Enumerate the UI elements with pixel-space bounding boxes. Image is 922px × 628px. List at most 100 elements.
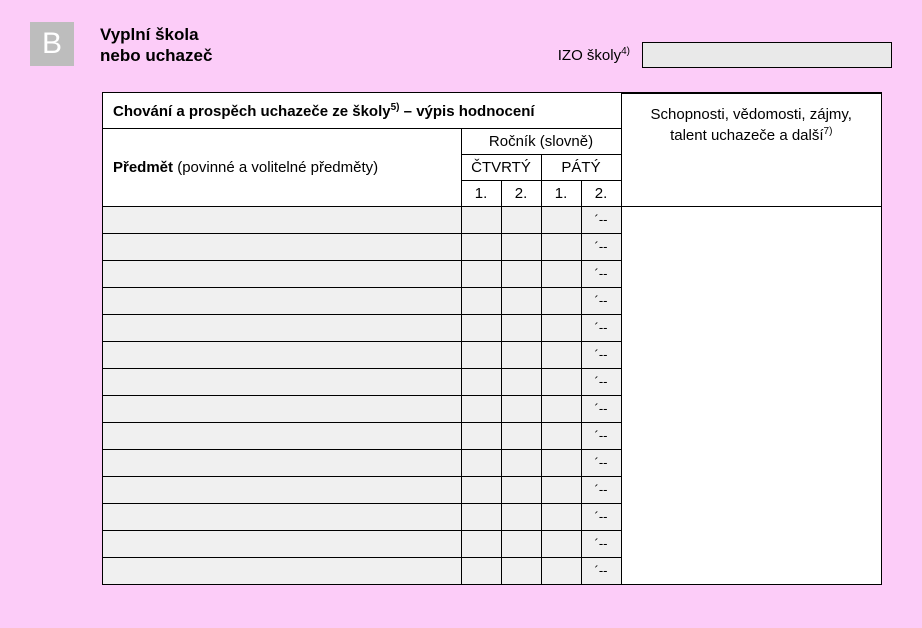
grade-cell[interactable]: ´-- — [581, 341, 621, 368]
skills-cell[interactable] — [621, 206, 881, 584]
grade-cell[interactable] — [501, 476, 541, 503]
grade-cell[interactable] — [461, 503, 501, 530]
grade-cell[interactable] — [501, 422, 541, 449]
izo-label-text: IZO školy — [558, 47, 621, 64]
table-row: ´-- — [103, 206, 881, 233]
grade-cell[interactable] — [541, 233, 581, 260]
grade-cell[interactable] — [541, 314, 581, 341]
subject-cell[interactable] — [103, 557, 461, 584]
title-line-2: nebo uchazeč — [100, 45, 212, 66]
grade-header-2: PÁTÝ — [541, 154, 621, 180]
grade-cell[interactable]: ´-- — [581, 287, 621, 314]
grade-cell[interactable] — [501, 503, 541, 530]
grade-cell[interactable] — [501, 449, 541, 476]
grade-cell[interactable] — [541, 530, 581, 557]
grade-cell[interactable] — [501, 233, 541, 260]
subject-cell[interactable] — [103, 530, 461, 557]
year-header: Ročník (slovně) — [461, 128, 621, 154]
subject-cell[interactable] — [103, 368, 461, 395]
semester-header-2: 2. — [501, 180, 541, 206]
grade-cell[interactable]: ´-- — [581, 449, 621, 476]
grade-cell[interactable] — [501, 260, 541, 287]
grade-cell[interactable] — [541, 341, 581, 368]
grade-cell[interactable] — [501, 530, 541, 557]
subject-cell[interactable] — [103, 395, 461, 422]
subject-cell[interactable] — [103, 476, 461, 503]
grade-cell[interactable] — [461, 395, 501, 422]
title-line-1: Vyplní škola — [100, 24, 212, 45]
section-letter-badge: B — [30, 22, 74, 66]
grade-cell[interactable] — [461, 233, 501, 260]
grade-cell[interactable] — [501, 206, 541, 233]
skills-line-1: Schopnosti, vědomosti, zájmy, — [651, 106, 852, 123]
grade-cell[interactable] — [501, 341, 541, 368]
grade-cell[interactable] — [461, 314, 501, 341]
subject-cell[interactable] — [103, 314, 461, 341]
grade-cell[interactable] — [461, 260, 501, 287]
grade-cell[interactable] — [541, 503, 581, 530]
grade-cell[interactable] — [501, 287, 541, 314]
section-title: Vyplní škola nebo uchazeč — [100, 22, 212, 67]
izo-label-note: 4) — [621, 46, 630, 57]
subject-cell[interactable] — [103, 503, 461, 530]
subject-column-header: Předmět (povinné a volitelné předměty) — [103, 128, 461, 206]
subject-cell[interactable] — [103, 206, 461, 233]
grade-cell[interactable] — [541, 557, 581, 584]
izo-input[interactable] — [642, 42, 892, 68]
grade-cell[interactable] — [541, 476, 581, 503]
grade-cell[interactable] — [501, 557, 541, 584]
grade-cell[interactable] — [461, 368, 501, 395]
grade-cell[interactable] — [541, 395, 581, 422]
skills-column-header: Schopnosti, vědomosti, zájmy, talent uch… — [621, 94, 881, 207]
grade-cell[interactable]: ´-- — [581, 422, 621, 449]
grade-cell[interactable] — [461, 341, 501, 368]
subject-cell[interactable] — [103, 341, 461, 368]
subject-cell[interactable] — [103, 260, 461, 287]
grade-cell[interactable] — [461, 422, 501, 449]
grade-cell[interactable] — [501, 368, 541, 395]
grades-table: Chování a prospěch uchazeče ze školy5) –… — [103, 93, 881, 585]
grade-cell[interactable] — [541, 287, 581, 314]
grade-cell[interactable]: ´-- — [581, 503, 621, 530]
grade-cell[interactable] — [461, 449, 501, 476]
grade-cell[interactable]: ´-- — [581, 368, 621, 395]
heading-note: 5) — [391, 102, 400, 113]
semester-header-4: 2. — [581, 180, 621, 206]
grade-cell[interactable] — [461, 206, 501, 233]
heading-suffix: – výpis hodnocení — [400, 103, 535, 120]
form-header: B Vyplní škola nebo uchazeč IZO školy4) — [30, 22, 892, 68]
grade-cell[interactable] — [501, 314, 541, 341]
semester-header-3: 1. — [541, 180, 581, 206]
grade-cell[interactable] — [461, 557, 501, 584]
grade-cell[interactable] — [541, 206, 581, 233]
izo-block: IZO školy4) — [558, 22, 892, 68]
grade-cell[interactable]: ´-- — [581, 530, 621, 557]
grade-cell[interactable] — [461, 287, 501, 314]
grade-cell[interactable] — [541, 422, 581, 449]
skills-line-2: talent uchazeče a další — [670, 127, 823, 144]
grades-form: Chování a prospěch uchazeče ze školy5) –… — [102, 92, 882, 585]
subject-cell[interactable] — [103, 422, 461, 449]
subject-cell[interactable] — [103, 449, 461, 476]
grade-cell[interactable] — [541, 260, 581, 287]
grade-cell[interactable] — [501, 395, 541, 422]
subject-header-bold: Předmět — [113, 159, 173, 176]
grade-cell[interactable]: ´-- — [581, 233, 621, 260]
grade-cell[interactable]: ´-- — [581, 314, 621, 341]
grade-cell[interactable]: ´-- — [581, 557, 621, 584]
grade-cell[interactable]: ´-- — [581, 395, 621, 422]
semester-header-1: 1. — [461, 180, 501, 206]
grade-cell[interactable]: ´-- — [581, 206, 621, 233]
subject-header-rest: (povinné a volitelné předměty) — [173, 159, 378, 176]
subject-cell[interactable] — [103, 233, 461, 260]
grade-cell[interactable] — [541, 368, 581, 395]
subject-cell[interactable] — [103, 287, 461, 314]
grade-cell[interactable] — [461, 476, 501, 503]
grade-cell[interactable] — [461, 530, 501, 557]
grade-cell[interactable] — [541, 449, 581, 476]
table-heading: Chování a prospěch uchazeče ze školy5) –… — [103, 94, 621, 129]
grade-cell[interactable]: ´-- — [581, 260, 621, 287]
grade-cell[interactable]: ´-- — [581, 476, 621, 503]
grade-header-1: ČTVRTÝ — [461, 154, 541, 180]
skills-note: 7) — [824, 126, 833, 137]
